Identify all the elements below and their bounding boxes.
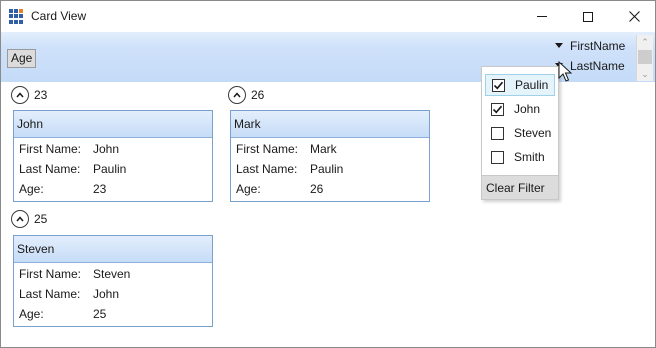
card-field-row: First Name: John xyxy=(14,139,212,159)
checkmark-icon xyxy=(493,81,504,89)
filter-item-label: Steven xyxy=(514,126,552,140)
field-value: 26 xyxy=(310,182,324,196)
group-field-chip[interactable]: Age xyxy=(7,49,37,68)
field-label: First Name: xyxy=(236,142,299,156)
scroll-thumb[interactable] xyxy=(638,50,652,64)
field-value: Steven xyxy=(93,267,131,281)
card-field-row: First Name: Mark xyxy=(231,139,429,159)
checkbox[interactable] xyxy=(491,150,504,164)
card-view-window: Card View Age FirstName LastName ⌃ ⌄ 23 … xyxy=(0,0,656,348)
group-value: 23 xyxy=(34,88,48,102)
field-label: Last Name: xyxy=(236,162,298,176)
close-button[interactable] xyxy=(611,1,656,32)
group-header: 25 xyxy=(11,209,47,229)
checkmark-icon xyxy=(492,105,503,113)
group-header: 26 xyxy=(228,85,264,105)
collapse-group-button[interactable] xyxy=(11,210,29,228)
group-header: 23 xyxy=(11,85,47,105)
field-value: John xyxy=(93,142,120,156)
chevron-up-icon xyxy=(16,92,24,98)
field-label: Age: xyxy=(236,182,261,196)
field-label: Age: xyxy=(19,182,44,196)
field-label: Last Name: xyxy=(19,162,81,176)
card[interactable]: John First Name: John Last Name: Paulin … xyxy=(13,110,213,202)
collapse-group-button[interactable] xyxy=(228,86,246,104)
field-value: John xyxy=(93,287,120,301)
filter-popup: Paulin John Steven Smith Clear Filter xyxy=(481,66,559,200)
field-label: First Name: xyxy=(19,267,82,281)
card-field-row: First Name: Steven xyxy=(14,264,212,284)
maximize-icon xyxy=(583,11,593,22)
card-field-row: Last Name: John xyxy=(14,284,212,304)
sort-item-label: FirstName xyxy=(570,39,626,53)
card-field-row: Last Name: Paulin xyxy=(14,159,212,179)
filter-item[interactable]: Steven xyxy=(485,122,555,144)
mouse-cursor-icon xyxy=(558,61,572,82)
collapse-group-button[interactable] xyxy=(11,86,29,104)
chevron-up-icon xyxy=(16,216,24,222)
clear-filter-button[interactable]: Clear Filter xyxy=(482,175,558,199)
field-value: 25 xyxy=(93,307,107,321)
field-value: Paulin xyxy=(93,162,127,176)
checkbox[interactable] xyxy=(491,126,504,140)
card-field-row: Age: 23 xyxy=(14,179,212,199)
app-grid-icon xyxy=(9,9,24,24)
card-field-row: Last Name: Paulin xyxy=(231,159,429,179)
maximize-button[interactable] xyxy=(565,1,611,32)
card-field-row: Age: 25 xyxy=(14,304,212,324)
card[interactable]: Mark First Name: Mark Last Name: Paulin … xyxy=(230,110,430,202)
filter-item-label: Paulin xyxy=(515,78,549,92)
sort-item-label: LastName xyxy=(570,59,625,73)
minimize-button[interactable] xyxy=(519,1,565,32)
filter-item[interactable]: John xyxy=(485,98,555,120)
scroll-up-icon[interactable]: ⌃ xyxy=(640,37,650,47)
field-value: Paulin xyxy=(310,162,344,176)
filter-item[interactable]: Smith xyxy=(485,146,555,168)
filter-item-label: John xyxy=(514,102,541,116)
card[interactable]: Steven First Name: Steven Last Name: Joh… xyxy=(13,235,213,327)
field-value: 23 xyxy=(93,182,107,196)
minimize-icon xyxy=(537,16,547,17)
field-label: First Name: xyxy=(19,142,82,156)
card-field-row: Age: 26 xyxy=(231,179,429,199)
card-header: Steven xyxy=(14,236,212,263)
field-value: Mark xyxy=(310,142,337,156)
group-value: 26 xyxy=(251,88,265,102)
scroll-down-icon[interactable]: ⌄ xyxy=(640,69,650,79)
checkbox[interactable] xyxy=(492,78,505,92)
field-label: Last Name: xyxy=(19,287,81,301)
card-header: Mark xyxy=(231,111,429,138)
filter-item[interactable]: Paulin xyxy=(485,74,555,96)
sort-descending-icon[interactable] xyxy=(555,43,563,48)
chevron-up-icon xyxy=(233,92,241,98)
filter-item-label: Smith xyxy=(514,150,545,164)
title-bar: Card View xyxy=(1,1,655,32)
close-icon xyxy=(628,11,640,22)
group-value: 25 xyxy=(34,212,48,226)
window-title: Card View xyxy=(31,9,87,23)
sort-list-scrollbar[interactable]: ⌃ ⌄ xyxy=(636,35,653,81)
field-label: Age: xyxy=(19,307,44,321)
card-header: John xyxy=(14,111,212,138)
filter-list: Paulin John Steven Smith xyxy=(482,67,558,175)
checkbox[interactable] xyxy=(491,102,504,116)
